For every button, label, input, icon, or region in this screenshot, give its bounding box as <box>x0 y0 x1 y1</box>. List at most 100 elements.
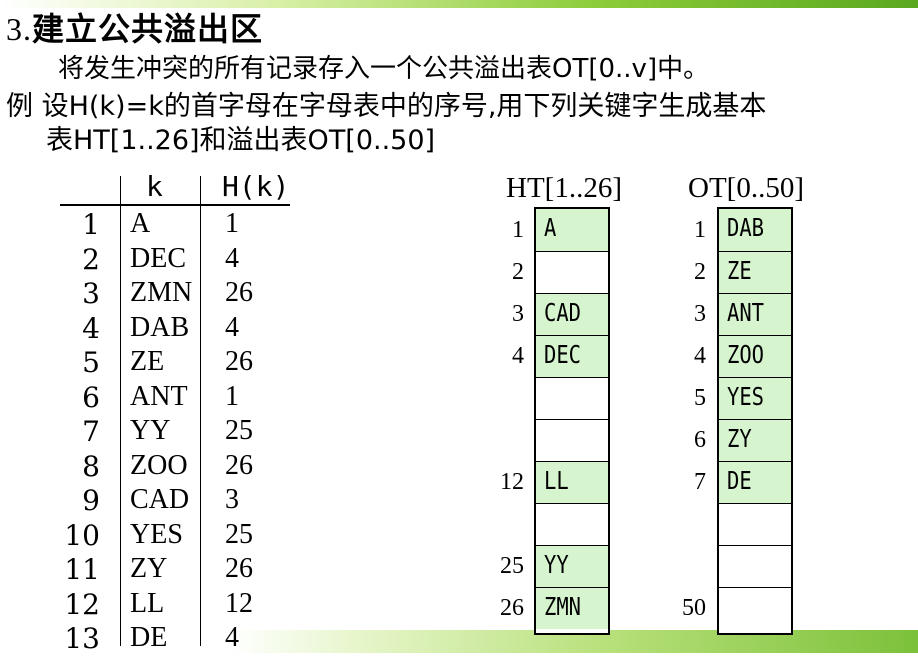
row-index: 11 <box>64 553 100 586</box>
ht-cell: LL <box>536 461 608 503</box>
ot-row-label: 7 <box>694 469 706 495</box>
key-table-row: 6 ANT 1 <box>60 381 300 415</box>
row-hash: 25 <box>225 415 253 446</box>
row-hash: 1 <box>225 380 239 412</box>
row-key: ZE <box>130 346 165 377</box>
ot-cell <box>719 587 791 629</box>
row-index: 5 <box>82 346 100 379</box>
key-table-row: 11 ZY 26 <box>60 553 300 587</box>
row-index: 3 <box>82 277 100 310</box>
ot-row-label: 6 <box>694 427 706 453</box>
row-index: 6 <box>82 380 100 414</box>
ot-cell: ZOO <box>719 335 791 377</box>
ot-cell-value: ZE <box>727 256 752 285</box>
row-index: 8 <box>82 449 100 483</box>
ot-cell-value: ZOO <box>727 340 765 369</box>
key-table-row: 5 ZE 26 <box>60 346 300 380</box>
ot-row-label: 50 <box>682 595 706 621</box>
row-key: A <box>130 208 151 239</box>
ot-table: DAB ZE ANT ZOO YES ZY DE <box>717 207 793 635</box>
row-hash: 4 <box>225 242 239 274</box>
row-index: 1 <box>82 208 100 241</box>
row-key: DEC <box>130 242 186 274</box>
row-index: 4 <box>82 311 100 345</box>
ht-cell-value: CAD <box>544 298 582 327</box>
row-key: CAD <box>130 484 190 515</box>
key-table-row: 8 ZOO 26 <box>60 450 300 484</box>
ht-cell-value: ZMN <box>544 592 582 621</box>
ot-row-label: 5 <box>694 385 706 411</box>
key-table-row: 12 LL 12 <box>60 588 300 622</box>
ht-row-label: 3 <box>512 301 524 327</box>
ot-cell: ANT <box>719 293 791 335</box>
ht-cell: CAD <box>536 293 608 335</box>
row-index: 2 <box>82 242 100 276</box>
row-key: ANT <box>130 380 188 412</box>
key-table-row: 7 YY 25 <box>60 415 300 449</box>
row-index: 12 <box>64 587 100 621</box>
key-table-row: 10 YES 25 <box>60 519 300 553</box>
key-table-row: 2 DEC 4 <box>60 243 300 277</box>
ht-table: A CAD DEC LL YY ZMN <box>534 207 610 635</box>
row-hash: 26 <box>225 346 253 377</box>
row-key: ZY <box>130 553 168 584</box>
description-line-1: 将发生冲突的所有记录存入一个公共溢出表OT[0..v]中。 <box>58 54 710 84</box>
row-key: DAB <box>130 311 190 343</box>
ot-cell-value: ANT <box>727 298 765 327</box>
key-table-row: 4 DAB 4 <box>60 312 300 346</box>
ot-cell <box>719 545 791 587</box>
ht-row-label: 4 <box>512 343 524 369</box>
row-index: 13 <box>64 622 100 655</box>
ht-cell-value: YY <box>544 550 569 579</box>
ot-row-label: 1 <box>694 217 706 243</box>
row-key: ZOO <box>130 449 188 481</box>
key-column-header: k <box>146 170 163 203</box>
ht-cell <box>536 251 608 293</box>
ot-cell-value: ZY <box>727 424 752 453</box>
ot-cell: YES <box>719 377 791 419</box>
section-title: 建立公共溢出区 <box>32 10 264 48</box>
key-table-row: 13 DE 4 <box>60 622 300 656</box>
ht-cell <box>536 503 608 545</box>
ht-cell <box>536 419 608 461</box>
ht-row-label: 25 <box>500 553 524 579</box>
ht-cell: YY <box>536 545 608 587</box>
key-table-row: 9 CAD 3 <box>60 484 300 518</box>
row-key: DE <box>130 622 168 653</box>
row-hash: 26 <box>225 449 253 481</box>
ot-row-label: 3 <box>694 301 706 327</box>
ot-cell <box>719 503 791 545</box>
key-table-row: 1A1 <box>60 208 300 242</box>
row-hash: 25 <box>225 518 253 550</box>
ot-cell: ZE <box>719 251 791 293</box>
row-key: YY <box>130 415 171 446</box>
ot-cell: DE <box>719 461 791 503</box>
ht-cell: DEC <box>536 335 608 377</box>
description-line-3: 表HT[1..26]和溢出表OT[0..50] <box>46 125 436 156</box>
key-table-header-rule <box>60 204 290 206</box>
row-index: 10 <box>64 518 100 552</box>
ht-row-label: 1 <box>512 217 524 243</box>
ht-title: HT[1..26] <box>506 172 622 204</box>
ht-cell-value: DEC <box>544 340 582 369</box>
ot-cell: ZY <box>719 419 791 461</box>
key-table-row: 3 ZMN 26 <box>60 277 300 311</box>
row-hash: 4 <box>225 311 239 343</box>
ot-cell-value: YES <box>727 382 765 411</box>
row-hash: 1 <box>225 208 239 239</box>
row-hash: 12 <box>225 587 253 619</box>
row-index: 9 <box>82 484 100 517</box>
ot-row-label: 2 <box>694 259 706 285</box>
ht-cell-value: A <box>544 213 557 242</box>
ht-cell: A <box>536 209 608 251</box>
ht-cell-value: LL <box>544 466 569 495</box>
row-hash: 4 <box>225 622 239 653</box>
hash-column-header: H(k) <box>222 170 290 203</box>
ot-row-label: 4 <box>694 343 706 369</box>
ht-row-label: 12 <box>500 469 524 495</box>
row-key: ZMN <box>130 277 193 308</box>
ot-cell: DAB <box>719 209 791 251</box>
ht-row-label: 2 <box>512 259 524 285</box>
row-hash: 26 <box>225 553 253 584</box>
ht-cell <box>536 377 608 419</box>
